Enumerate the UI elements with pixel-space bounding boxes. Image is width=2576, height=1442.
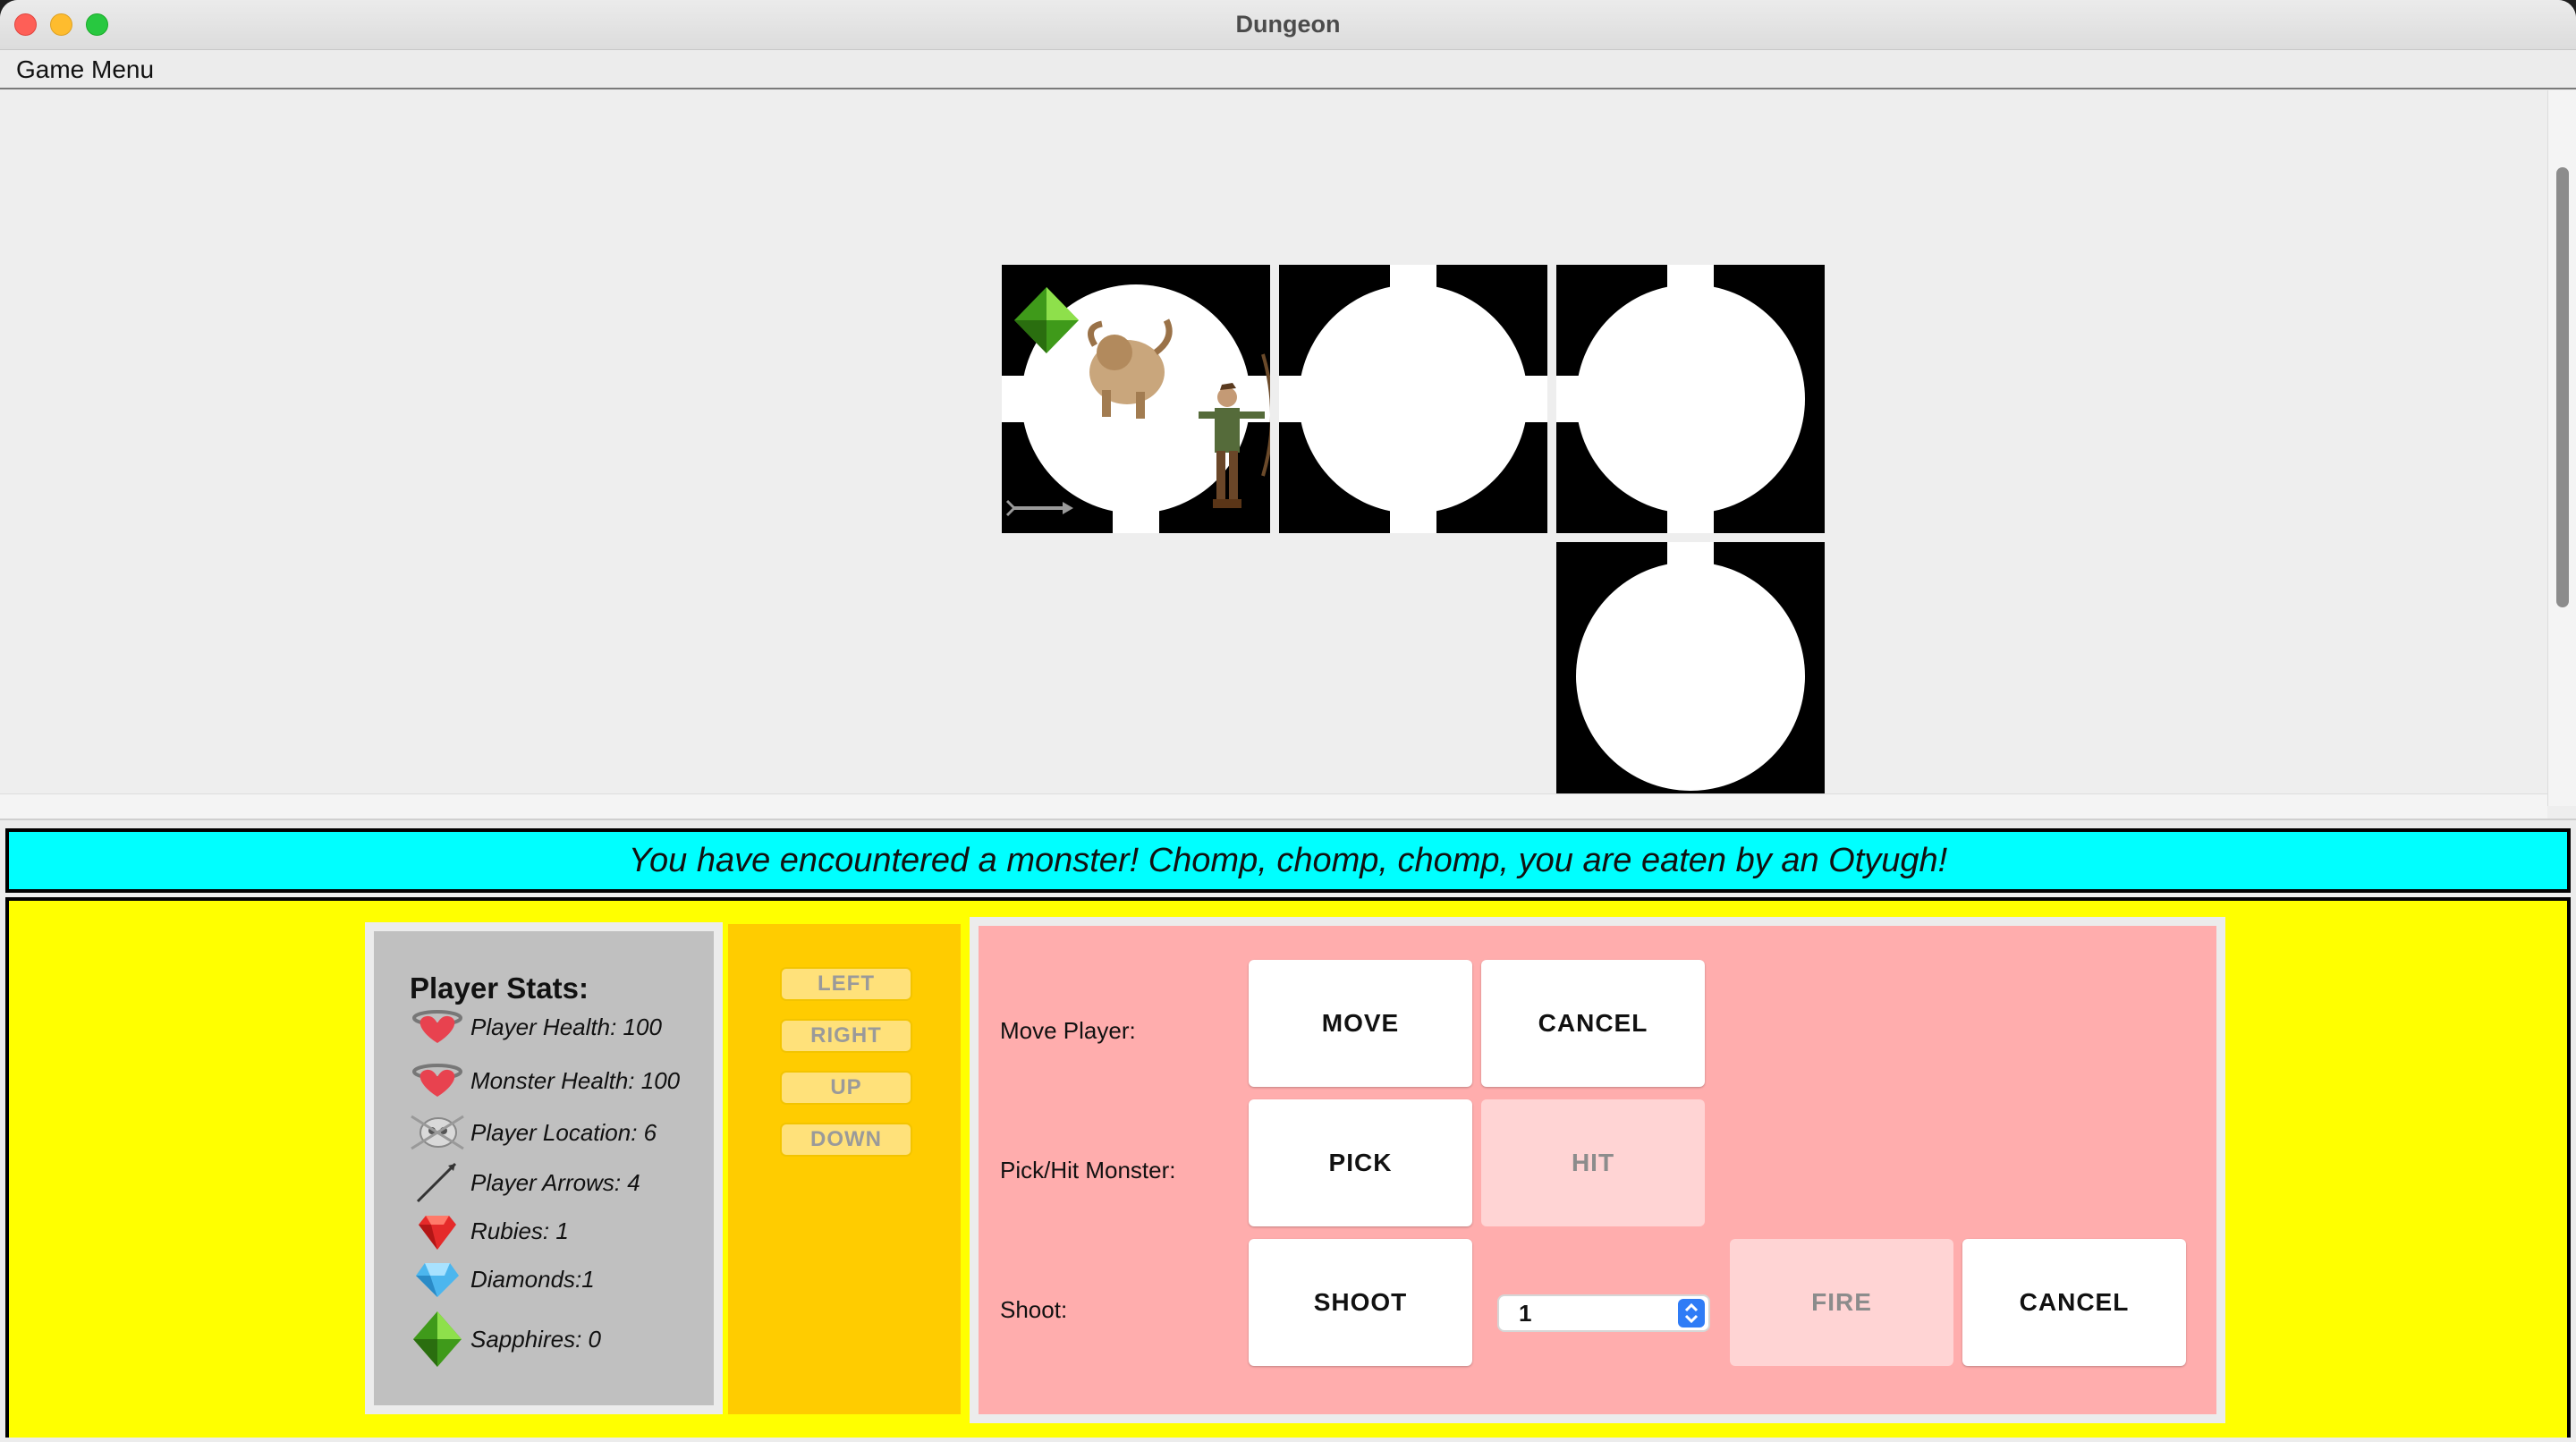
location-skull-icon: [410, 1110, 465, 1155]
game-menu[interactable]: Game Menu: [16, 55, 154, 84]
stat-sapphires: Sapphires: 0: [410, 1311, 601, 1368]
arrow-icon: [410, 1160, 465, 1205]
sapphire-icon: [410, 1311, 465, 1368]
diamond-icon: [410, 1257, 465, 1302]
dungeon-cave-tile: [1556, 265, 1825, 533]
move-player-label: Move Player:: [1000, 1017, 1136, 1044]
pick-button[interactable]: PICK: [1249, 1099, 1472, 1226]
dungeon-cave-tile: [1279, 265, 1547, 533]
stat-player-health: Player Health: 100: [410, 1005, 662, 1049]
player-stats-title: Player Stats:: [410, 971, 589, 1005]
down-button[interactable]: DOWN: [780, 1123, 912, 1157]
shoot-cancel-button[interactable]: CANCEL: [1962, 1239, 2186, 1366]
stat-diamonds: Diamonds:1: [410, 1257, 595, 1302]
control-panel: Player Stats: Player Health: 100 Monster…: [5, 897, 2571, 1438]
menu-bar: Game Menu: [0, 50, 2576, 89]
heart-icon: [410, 1005, 465, 1049]
dungeon-cave-current: [1002, 265, 1270, 533]
window-title: Dungeon: [1235, 11, 1341, 38]
action-panel: Move Player: MOVE CANCEL Pick/Hit Monste…: [970, 917, 2225, 1423]
app-window: Dungeon Game Menu You have encountered a…: [0, 0, 2576, 1442]
arrow-distance-select[interactable]: 1: [1497, 1294, 1710, 1332]
horizontal-scrollbar[interactable]: [0, 793, 2547, 819]
shoot-label: Shoot:: [1000, 1296, 1068, 1323]
left-button[interactable]: LEFT: [780, 967, 912, 1001]
up-button[interactable]: UP: [780, 1071, 912, 1105]
stat-monster-health: Monster Health: 100: [410, 1058, 680, 1103]
stat-rubies: Rubies: 1: [410, 1209, 569, 1253]
right-button[interactable]: RIGHT: [780, 1019, 912, 1053]
stat-player-location: Player Location: 6: [410, 1110, 657, 1155]
chevron-updown-icon[interactable]: [1678, 1299, 1705, 1327]
dungeon-view: [0, 90, 2576, 820]
move-cancel-button[interactable]: CANCEL: [1481, 960, 1705, 1087]
fire-button[interactable]: FIRE: [1730, 1239, 1953, 1366]
pick-hit-label: Pick/Hit Monster:: [1000, 1157, 1176, 1183]
player-stats-panel: Player Stats: Player Health: 100 Monster…: [365, 922, 723, 1414]
heart-icon: [410, 1058, 465, 1103]
status-message: You have encountered a monster! Chomp, c…: [5, 828, 2571, 893]
move-button[interactable]: MOVE: [1249, 960, 1472, 1087]
shoot-button[interactable]: SHOOT: [1249, 1239, 1472, 1366]
stat-player-arrows: Player Arrows: 4: [410, 1160, 640, 1205]
dungeon-cave-tile: [1556, 542, 1825, 802]
vertical-scrollbar[interactable]: [2547, 90, 2576, 806]
vertical-scrollbar-thumb[interactable]: [2556, 167, 2569, 607]
direction-panel: LEFT RIGHT UP DOWN: [728, 924, 961, 1414]
arrow-distance-value: 1: [1519, 1300, 1532, 1327]
title-bar: Dungeon: [0, 0, 2576, 50]
hit-button[interactable]: HIT: [1481, 1099, 1705, 1226]
ruby-icon: [410, 1209, 465, 1253]
